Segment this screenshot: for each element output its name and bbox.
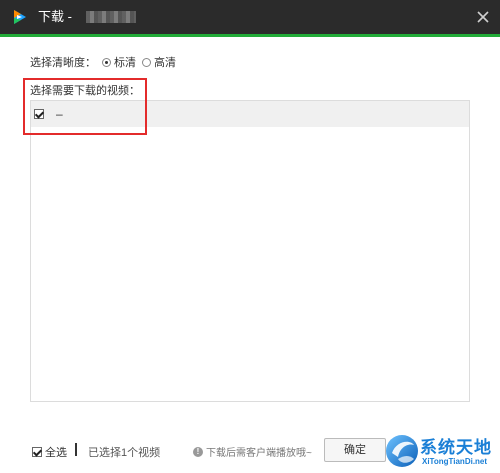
watermark: 系统天地 XiTongTianDi.net (384, 430, 500, 473)
watermark-logo-icon (386, 435, 418, 467)
quality-option-standard[interactable]: 标清 (102, 54, 136, 70)
radio-selected-icon (102, 57, 111, 67)
download-hint: ! 下载后需客户端播放哦~ (193, 444, 312, 459)
title-bar: 下载 - (0, 0, 500, 34)
blurred-title-suffix (86, 11, 136, 23)
tencent-video-logo-icon (14, 10, 26, 24)
hint-text: 下载后需客户端播放哦~ (206, 448, 312, 459)
quality-label: 选择清晰度： (30, 57, 96, 69)
watermark-subtitle: XiTongTianDi.net (422, 457, 488, 466)
video-name: – (56, 107, 63, 121)
quality-selector: 选择清晰度： 标清 高清 (30, 54, 176, 70)
quality-option-high[interactable]: 高清 (142, 54, 176, 70)
video-list: – (30, 100, 470, 402)
selected-count: 已选择1个视频 (88, 447, 161, 459)
select-all-checkbox[interactable]: 全选 (32, 444, 67, 460)
quality-option-label: 标清 (114, 57, 136, 69)
watermark-title: 系统天地 (420, 438, 492, 458)
video-checkbox[interactable] (34, 109, 44, 119)
list-item[interactable]: – (31, 101, 469, 127)
info-icon: ! (193, 446, 203, 457)
select-all-label: 全选 (45, 447, 67, 459)
close-icon[interactable] (474, 8, 492, 26)
confirm-button[interactable]: 确定 (324, 438, 386, 462)
accent-bar (0, 34, 500, 37)
window-title: 下载 - (38, 9, 72, 24)
radio-unselected-icon (142, 57, 151, 67)
video-list-label: 选择需要下载的视频： (30, 85, 140, 97)
checkbox-checked-icon (32, 447, 42, 457)
divider (75, 443, 77, 456)
quality-option-label: 高清 (154, 57, 176, 69)
